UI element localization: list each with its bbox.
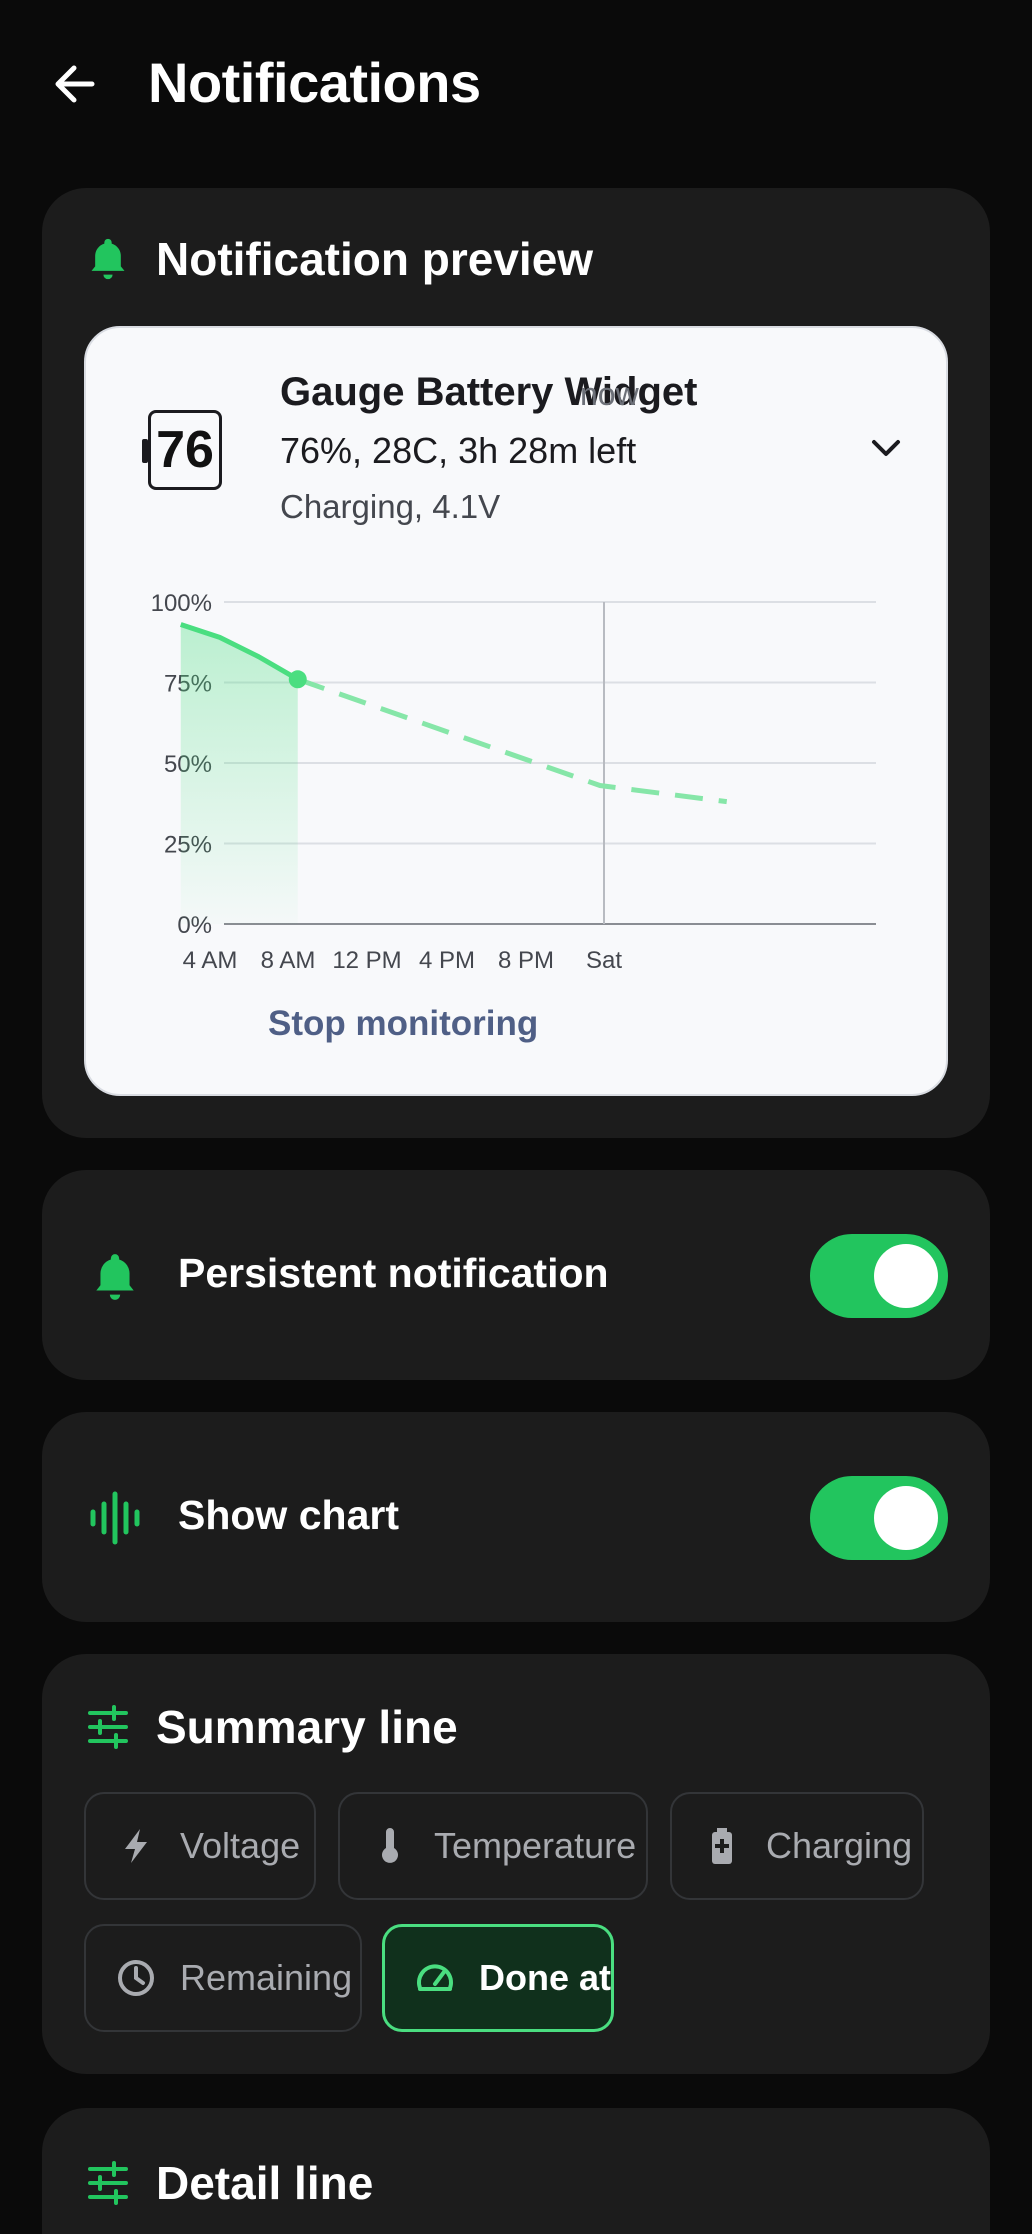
notification-preview: 76 Gauge Battery Widget now 76%, 28C, 3h… (84, 326, 948, 1096)
sliders-icon (88, 2161, 128, 2205)
battery-chart: 100%75%50%25%0% 4 AM8 AM12 PM4 PM8 PMSat (151, 590, 876, 974)
sliders-icon (88, 1705, 128, 1749)
bell-icon (91, 238, 125, 280)
prediction-line (296, 676, 728, 805)
chip-remaining[interactable]: Remaining (84, 1924, 362, 2032)
stop-monitoring-button[interactable]: Stop monitoring (268, 1004, 538, 1044)
show-chart-toggle[interactable] (810, 1476, 948, 1560)
chip-label: Done at (479, 1957, 612, 1998)
show-chart-label: Show chart (178, 1492, 399, 1538)
chip-charging[interactable]: Charging (670, 1792, 924, 1900)
battery-charging-icon (702, 1826, 742, 1866)
x-tick-label: Sat (586, 947, 622, 974)
notification-detail-line: Charging, 4.1V (280, 488, 501, 525)
x-tick-label: 8 PM (498, 947, 554, 974)
preview-section-header: Notification preview (86, 232, 593, 286)
toggle-knob (874, 1486, 938, 1550)
chip-label: Charging (766, 1825, 913, 1866)
x-tick-label: 8 AM (261, 947, 316, 974)
thermometer-icon (370, 1826, 410, 1866)
x-tick-label: 4 AM (183, 947, 238, 974)
x-tick-label: 4 PM (419, 947, 475, 974)
chip-done-at[interactable]: Done at (382, 1924, 614, 2032)
back-arrow-icon[interactable] (48, 56, 104, 112)
persistent-notification-toggle[interactable] (810, 1234, 948, 1318)
clock-icon (116, 1958, 156, 1998)
y-tick-label: 100% (151, 590, 212, 617)
chip-voltage[interactable]: Voltage (84, 1792, 316, 1900)
speedometer-icon (415, 1958, 455, 1998)
chevron-down-icon[interactable] (866, 428, 906, 468)
x-tick-label: 12 PM (332, 947, 401, 974)
chip-label: Temperature (434, 1825, 637, 1866)
chip-label: Voltage (180, 1825, 301, 1866)
chip-temperature[interactable]: Temperature (338, 1792, 648, 1900)
notification-time: now (580, 376, 639, 412)
top-app-bar: Notifications (0, 0, 1032, 170)
battery-level-value: 76 (156, 421, 214, 479)
waveform-icon (90, 1491, 140, 1545)
summary-section-header: Summary line (86, 1700, 458, 1754)
bolt-icon (116, 1826, 156, 1866)
section-title: Detail line (156, 2157, 374, 2209)
battery-level-icon: 76 (142, 410, 222, 490)
toggle-knob (874, 1244, 938, 1308)
section-title: Summary line (156, 1701, 458, 1753)
bell-icon (96, 1254, 134, 1300)
detail-section-header: Detail line (86, 2156, 373, 2210)
current-level-marker (288, 670, 307, 689)
notification-title-line: 76%, 28C, 3h 28m left (280, 430, 637, 471)
section-title: Notification preview (156, 233, 594, 285)
page-title: Notifications (148, 51, 481, 114)
chip-label: Remaining (180, 1957, 353, 1998)
persistent-notification-label: Persistent notification (178, 1250, 609, 1296)
